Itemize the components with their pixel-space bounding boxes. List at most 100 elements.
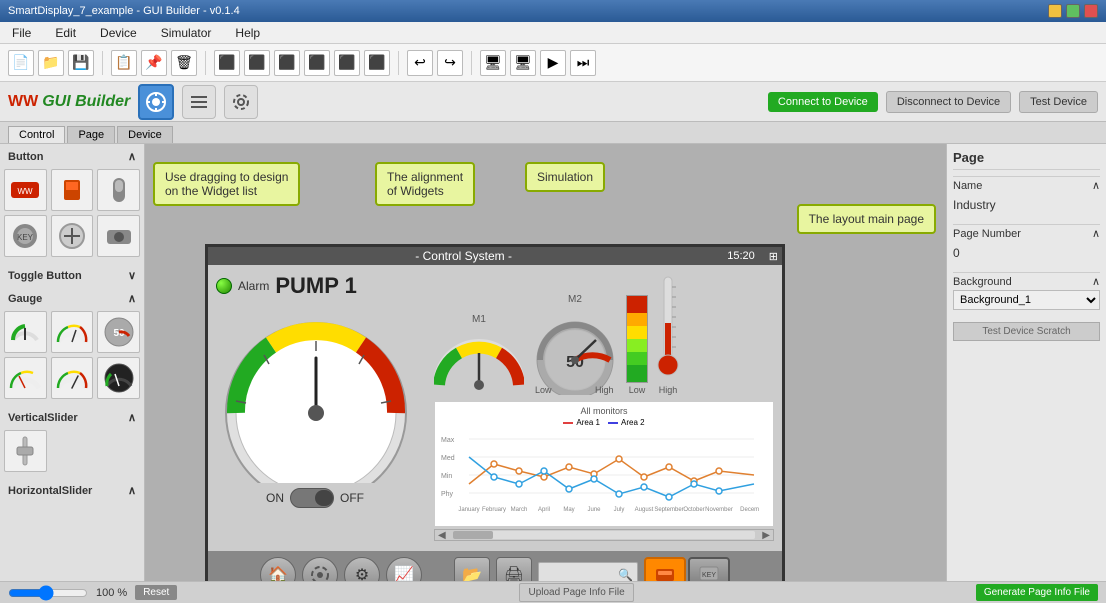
connect-device-button[interactable]: Connect to Device [768, 92, 878, 112]
toolbar-sim2[interactable]: ⏭ [570, 50, 596, 76]
sidebar-button-chevron: ∧ [128, 150, 136, 163]
on-label: ON [266, 491, 284, 505]
scroll-left-btn[interactable]: ◀ [435, 530, 449, 541]
toolbar-paste[interactable]: 📌 [141, 50, 167, 76]
sidebar-section-hslider-header[interactable]: HorizontalSlider ∧ [4, 482, 140, 499]
svg-text:Low: Low [535, 385, 552, 395]
toolbar-align1[interactable]: ⬛ [214, 50, 240, 76]
svg-text:March: March [511, 507, 528, 513]
panel-background-header[interactable]: Background ∧ [953, 272, 1100, 290]
widget-gauge4[interactable] [4, 357, 47, 399]
widget-gauge2[interactable] [51, 311, 94, 353]
sidebar-section-toggle-header[interactable]: Toggle Button ∨ [4, 267, 140, 284]
maximize-button[interactable] [1066, 4, 1080, 18]
test-device-scratch-btn[interactable]: Test Device Scratch [953, 322, 1100, 341]
toolbar-undo[interactable]: ↩ [407, 50, 433, 76]
legend-area1: Area 1 [563, 418, 600, 427]
reset-button[interactable]: Reset [135, 585, 177, 600]
widget-btn4[interactable]: KEY [4, 215, 47, 257]
bar-seg-green1 [627, 365, 647, 382]
toolbar-sep3 [398, 51, 399, 75]
footer-key-area: KEY [644, 557, 730, 581]
widget-vslider1[interactable] [4, 430, 47, 472]
sidebar-section-vslider-header[interactable]: VerticalSlider ∧ [4, 409, 140, 426]
widget-btn2[interactable] [51, 169, 94, 211]
panel-pagenumber-header[interactable]: Page Number ∧ [953, 224, 1100, 242]
footer-folder-btn[interactable]: 📂 [454, 557, 490, 581]
footer-settings-btn[interactable] [302, 557, 338, 581]
toolbar-new[interactable]: 📄 [8, 50, 34, 76]
panel-name-header[interactable]: Name ∧ [953, 176, 1100, 194]
toolbar-view2[interactable]: 🖥 [510, 50, 536, 76]
menu-edit[interactable]: Edit [49, 24, 82, 42]
svg-text:April: April [538, 507, 550, 513]
list-tool-btn[interactable] [182, 85, 216, 119]
toolbar-align2[interactable]: ⬛ [244, 50, 270, 76]
sidebar-gauge-label: Gauge [8, 293, 42, 305]
menu-device[interactable]: Device [94, 24, 143, 42]
widget-gauge5[interactable] [51, 357, 94, 399]
display-footer: 🏠 ⚙ 📈 📂 🖨 🔍 [208, 551, 782, 581]
panel-background-select[interactable]: Background_1 [953, 290, 1100, 310]
svg-text:August: August [635, 507, 654, 513]
bar-seg-green3 [627, 339, 647, 352]
scroll-thumb[interactable] [453, 531, 756, 539]
pump-label: PUMP 1 [275, 273, 357, 299]
footer-key2-btn[interactable]: KEY [688, 557, 730, 581]
widget-gauge6[interactable] [97, 357, 140, 399]
toolbar-align5[interactable]: ⬛ [334, 50, 360, 76]
scroll-right-btn[interactable]: ▶ [759, 530, 773, 541]
menu-help[interactable]: Help [229, 24, 266, 42]
widget-btn3[interactable] [97, 169, 140, 211]
generate-page-info-btn[interactable]: Generate Page Info File [976, 584, 1098, 601]
footer-search-input[interactable]: 🔍 [538, 562, 638, 581]
sidebar-section-gauge-header[interactable]: Gauge ∧ [4, 290, 140, 307]
toolbar-align3[interactable]: ⬛ [274, 50, 300, 76]
tooltip-simulation-text: Simulation [537, 170, 593, 184]
tab-control[interactable]: Control [8, 126, 65, 143]
footer-key-btn[interactable] [644, 557, 686, 581]
toolbar-open[interactable]: 📁 [38, 50, 64, 76]
toggle-switch[interactable] [290, 488, 334, 508]
menu-simulator[interactable]: Simulator [155, 24, 218, 42]
canvas-area: Use dragging to designon the Widget list… [145, 144, 946, 581]
active-tool-btn[interactable] [138, 84, 174, 120]
bar-high-label: High [659, 385, 678, 395]
toolbar-delete[interactable]: 🗑 [171, 50, 197, 76]
footer-chart-btn[interactable]: 📈 [386, 557, 422, 581]
close-button[interactable] [1084, 4, 1098, 18]
legend-area1-color [563, 422, 573, 424]
display-header: - Control System - 15:20 ⊞ [208, 247, 782, 265]
toolbar-align4[interactable]: ⬛ [304, 50, 330, 76]
sidebar-section-button-header[interactable]: Button ∧ [4, 148, 140, 165]
toolbar-align6[interactable]: ⬛ [364, 50, 390, 76]
disconnect-device-button[interactable]: Disconnect to Device [886, 91, 1011, 113]
left-gauge-area: Alarm PUMP 1 [216, 273, 426, 543]
widget-gauge3[interactable]: 50 [97, 311, 140, 353]
zoom-slider[interactable] [8, 585, 88, 601]
footer-home-btn[interactable]: 🏠 [260, 557, 296, 581]
widget-gauge1[interactable] [4, 311, 47, 353]
tab-device[interactable]: Device [117, 126, 173, 143]
footer-gear-btn[interactable]: ⚙ [344, 557, 380, 581]
toolbar-save[interactable]: 💾 [68, 50, 94, 76]
toolbar-sim1[interactable]: ▶ [540, 50, 566, 76]
footer-print-btn[interactable]: 🖨 [496, 557, 532, 581]
chart-scrollbar[interactable]: ◀ ▶ [434, 529, 774, 541]
tab-page[interactable]: Page [67, 126, 115, 143]
settings-tool-btn[interactable] [224, 85, 258, 119]
scroll-thumb-inner [453, 531, 493, 539]
zoom-percent: 100 % [96, 587, 127, 599]
widget-btn5[interactable] [51, 215, 94, 257]
test-device-button[interactable]: Test Device [1019, 91, 1098, 113]
minimize-button[interactable] [1048, 4, 1062, 18]
toolbar-copy[interactable]: 📋 [111, 50, 137, 76]
m1-label: M1 [472, 314, 486, 325]
menu-file[interactable]: File [6, 24, 37, 42]
widget-btn6[interactable] [97, 215, 140, 257]
widget-btn1[interactable]: WW [4, 169, 47, 211]
toolbar-view1[interactable]: 🖥 [480, 50, 506, 76]
toolbar-redo[interactable]: ↪ [437, 50, 463, 76]
panel-title: Page [953, 150, 1100, 170]
upload-page-info-btn[interactable]: Upload Page Info File [519, 583, 633, 602]
